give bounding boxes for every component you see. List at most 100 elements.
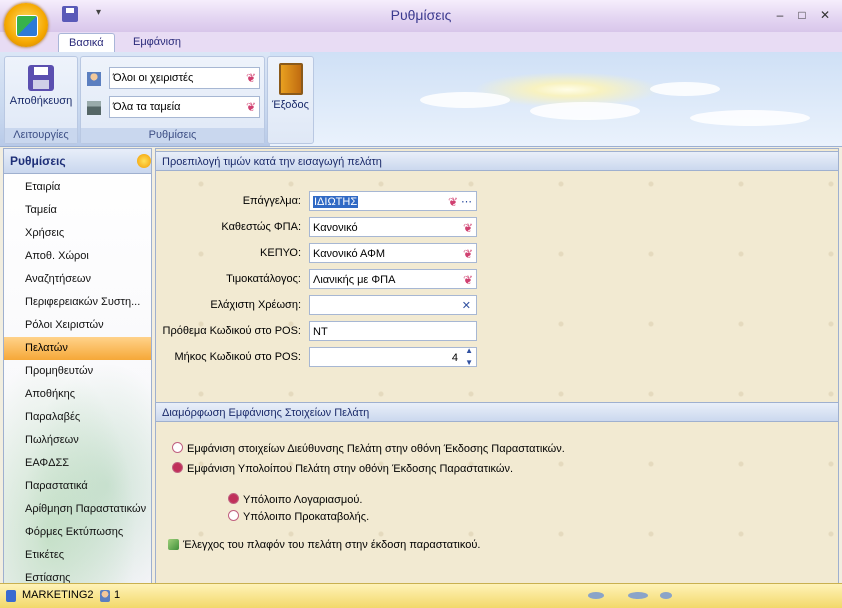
- prepayment-balance-radio[interactable]: [228, 510, 239, 521]
- users-icon: [87, 72, 101, 86]
- sidebar-item-documents[interactable]: Παραστατικά: [4, 475, 151, 498]
- show-balance-label: Εμφάνιση Υπολοίπου Πελάτη στην οθόνη Έκδ…: [187, 463, 514, 475]
- sidebar-item-suppliers[interactable]: Προμηθευτών: [4, 360, 151, 383]
- sessions-icon: [100, 590, 110, 602]
- more-icon[interactable]: ⋯: [461, 192, 472, 212]
- user-icon: [6, 590, 16, 602]
- sidebar-item-labels[interactable]: Ετικέτες: [4, 544, 151, 567]
- pos-length-label: Μήκος Κωδικού στο POS:: [174, 351, 301, 363]
- vat-status-label: Καθεστώς ΦΠΑ:: [221, 221, 301, 233]
- credit-limit-option[interactable]: Έλεγχος του πλαφόν του πελάτη στην έκδοσ…: [168, 539, 480, 551]
- ribbon-background-sky: [270, 52, 842, 146]
- butterfly-icon: ❦: [462, 247, 473, 261]
- credit-limit-checkbox[interactable]: [168, 539, 179, 550]
- fish-icon: [588, 592, 604, 599]
- show-address-label: Εμφάνιση στοιχείων Διεύθυνσης Πελάτη στη…: [187, 443, 565, 455]
- exit-button-label: Έξοδος: [272, 99, 309, 111]
- credit-limit-label: Έλεγχος του πλαφόν του πελάτη στην έκδοσ…: [183, 539, 481, 551]
- clear-icon[interactable]: ✕: [462, 296, 471, 316]
- butterfly-icon: ❦: [245, 100, 256, 114]
- status-user: MARKETING2: [22, 589, 94, 601]
- tab-basic[interactable]: Βασικά: [58, 33, 115, 53]
- pos-prefix-field[interactable]: ΝΤ: [309, 321, 477, 341]
- kepyo-label: ΚΕΠΥΟ:: [260, 247, 301, 259]
- fish-icon: [628, 592, 648, 599]
- profession-value: ΙΔΙΩΤΗΣ: [313, 196, 359, 208]
- sidebar-item-warehouses[interactable]: Αποθ. Χώροι: [4, 245, 151, 268]
- sidebar-item-sales[interactable]: Πωλήσεων: [4, 429, 151, 452]
- pos-prefix-label: Πρόθεμα Κωδικού στο POS:: [162, 325, 301, 337]
- min-charge-field[interactable]: ✕: [309, 295, 477, 315]
- sidebar-title: Ρυθμίσεις: [4, 149, 151, 174]
- prepayment-balance-option[interactable]: Υπόλοιπο Προκαταβολής.: [228, 510, 369, 523]
- butterfly-icon: ❦: [462, 273, 473, 287]
- application-menu-button[interactable]: [4, 3, 48, 47]
- show-balance-option[interactable]: Εμφάνιση Υπολοίπου Πελάτη στην οθόνη Έκδ…: [172, 462, 513, 475]
- sidebar-item-company[interactable]: Εταιρία: [4, 176, 151, 199]
- sidebar-item-operator-roles[interactable]: Ρόλοι Χειριστών: [4, 314, 151, 337]
- sidebar-title-text: Ρυθμίσεις: [10, 154, 66, 168]
- settings-sidebar: Ρυθμίσεις Εταιρία Ταμεία Χρήσεις Αποθ. Χ…: [3, 148, 152, 585]
- main-panel: Προεπιλογή τιμών κατά την εισαγωγή πελάτ…: [155, 148, 839, 585]
- sidebar-item-eafdss[interactable]: ΕΑΦΔΣΣ: [4, 452, 151, 475]
- ribbon-group-exit: Έξοδος: [267, 56, 314, 144]
- quick-access-dropdown[interactable]: ▾: [96, 7, 101, 18]
- pos-length-value: 4: [451, 352, 458, 364]
- ribbon-group-label: Λειτουργίες: [5, 128, 77, 143]
- fish-icon: [660, 592, 672, 599]
- account-balance-radio[interactable]: [228, 493, 239, 504]
- sidebar-item-fiscal-years[interactable]: Χρήσεις: [4, 222, 151, 245]
- app-window: Ρυθμίσεις ▾ – □ ✕ Βασικά Εμφάνιση Αποθήκ…: [0, 0, 842, 608]
- minimize-button[interactable]: –: [773, 8, 787, 22]
- window-title: Ρυθμίσεις: [390, 7, 452, 23]
- users-filter-combo[interactable]: Όλοι οι χειριστές ❦: [109, 67, 260, 89]
- sidebar-item-customers[interactable]: Πελατών: [4, 337, 151, 360]
- kepyo-field[interactable]: Κανονικό ΑΦΜ ❦: [309, 243, 477, 263]
- sidebar-item-searches[interactable]: Αναζητήσεων: [4, 268, 151, 291]
- sidebar-item-warehouse[interactable]: Αποθήκης: [4, 383, 151, 406]
- exit-button[interactable]: Έξοδος: [268, 63, 313, 111]
- ribbon-group-settings: Όλοι οι χειριστές ❦ Όλα τα ταμεία ❦ Ρυθμ…: [80, 56, 265, 144]
- maximize-button[interactable]: □: [795, 8, 809, 22]
- exit-door-icon: [278, 63, 303, 95]
- status-bar: MARKETING2 1: [0, 583, 842, 608]
- sidebar-item-peripherals[interactable]: Περιφερειακών Συστη...: [4, 291, 151, 314]
- app-logo-icon: [16, 15, 38, 37]
- sun-icon: [137, 154, 151, 168]
- save-button[interactable]: Αποθήκευση: [9, 65, 73, 107]
- cashboxes-filter-value: Όλα τα ταμεία: [113, 101, 181, 113]
- profession-label: Επάγγελμα:: [242, 195, 301, 207]
- sidebar-item-receipts[interactable]: Παραλαβές: [4, 406, 151, 429]
- show-address-checkbox[interactable]: [172, 442, 183, 453]
- kepyo-value: Κανονικό ΑΦΜ: [313, 248, 386, 260]
- pricelist-field[interactable]: Λιανικής με ΦΠΑ ❦: [309, 269, 477, 289]
- butterfly-icon: ❦: [447, 195, 458, 209]
- pos-prefix-value: ΝΤ: [313, 326, 328, 338]
- title-bar: Ρυθμίσεις ▾ – □ ✕: [0, 0, 842, 32]
- quick-save-icon[interactable]: [62, 6, 78, 22]
- account-balance-option[interactable]: Υπόλοιπο Λογαριασμού.: [228, 493, 362, 506]
- tab-appearance[interactable]: Εμφάνιση: [123, 33, 191, 52]
- cash-register-icon: [87, 101, 101, 115]
- save-icon: [28, 65, 54, 91]
- pricelist-value: Λιανικής με ΦΠΑ: [313, 274, 396, 286]
- sidebar-item-print-forms[interactable]: Φόρμες Εκτύπωσης: [4, 521, 151, 544]
- ribbon-group-actions: Αποθήκευση Λειτουργίες: [4, 56, 78, 144]
- prepayment-balance-label: Υπόλοιπο Προκαταβολής.: [243, 511, 370, 523]
- account-balance-label: Υπόλοιπο Λογαριασμού.: [243, 494, 363, 506]
- pos-length-stepper[interactable]: 4 ▲ ▼: [309, 345, 477, 369]
- show-balance-checkbox[interactable]: [172, 462, 183, 473]
- ribbon: Αποθήκευση Λειτουργίες Όλοι οι χειριστές…: [0, 52, 842, 147]
- spin-arrows-icon[interactable]: ▲ ▼: [465, 345, 473, 369]
- vat-status-field[interactable]: Κανονικό ❦: [309, 217, 477, 237]
- close-button[interactable]: ✕: [818, 8, 832, 22]
- cashboxes-filter-combo[interactable]: Όλα τα ταμεία ❦: [109, 96, 260, 118]
- profession-field[interactable]: ΙΔΙΩΤΗΣ ❦ ⋯: [309, 191, 477, 211]
- pricelist-label: Τιμοκατάλογος:: [226, 273, 301, 285]
- sidebar-item-cashboxes[interactable]: Ταμεία: [4, 199, 151, 222]
- sidebar-item-document-numbering[interactable]: Αρίθμηση Παραστατικών: [4, 498, 151, 521]
- min-charge-label: Ελάχιστη Χρέωση:: [210, 299, 301, 311]
- ribbon-group-label: Ρυθμίσεις: [81, 128, 264, 143]
- show-address-option[interactable]: Εμφάνιση στοιχείων Διεύθυνσης Πελάτη στη…: [172, 442, 565, 455]
- save-button-label: Αποθήκευση: [9, 95, 73, 107]
